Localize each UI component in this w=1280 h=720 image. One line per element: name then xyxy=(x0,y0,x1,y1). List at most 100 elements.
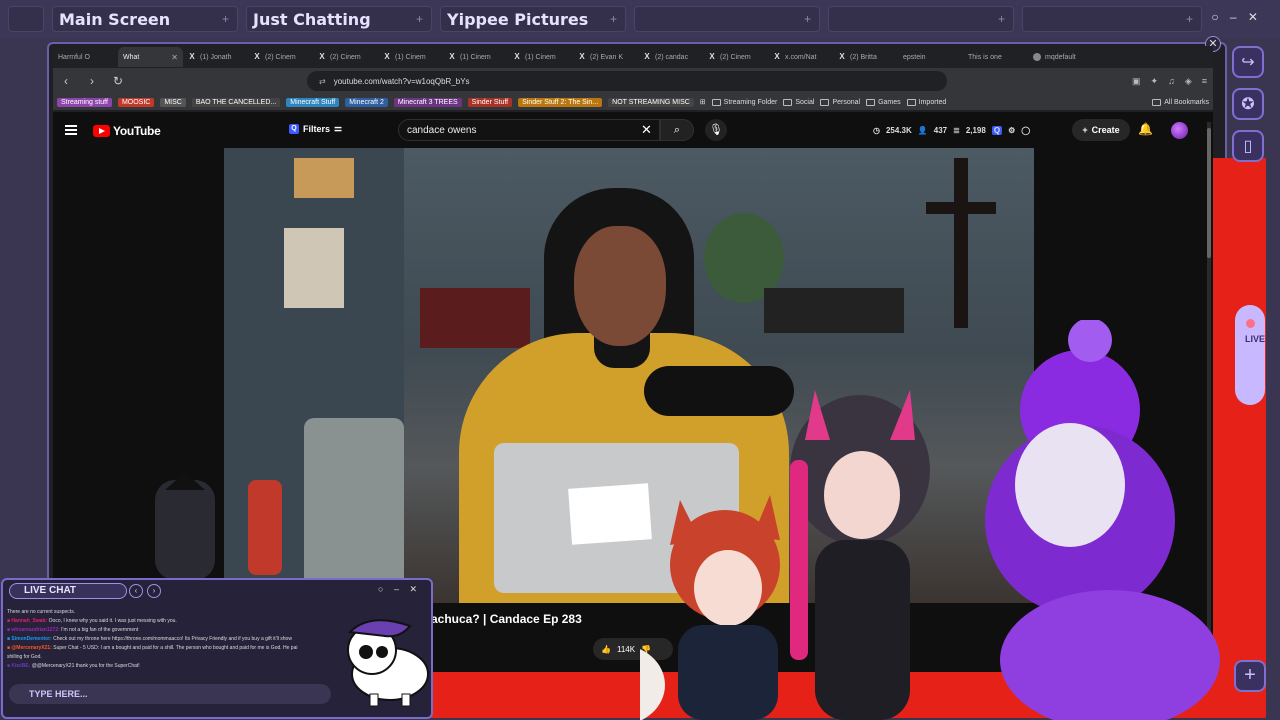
menu-icon[interactable] xyxy=(65,125,77,135)
browser-tab[interactable]: X (2) candac xyxy=(638,47,703,67)
browser-tab-title: (1) Cinem xyxy=(395,53,426,61)
reload-icon[interactable]: ↻ xyxy=(111,74,125,88)
x-icon: X xyxy=(254,52,260,61)
folder-icon xyxy=(783,98,793,106)
chat-username[interactable]: SimonDementor: xyxy=(11,636,51,642)
avatar[interactable] xyxy=(1171,122,1188,139)
menu-icon[interactable]: ≡ xyxy=(1202,76,1207,87)
puzzle-icon[interactable]: ✦ xyxy=(1151,76,1159,87)
browser-tab[interactable]: X (1) Cinem xyxy=(378,47,443,67)
bookmark-item[interactable]: NOT STREAMING MISC xyxy=(608,97,694,107)
bookmark-item[interactable]: Sinder Stuff 2: The Sin... xyxy=(518,97,603,107)
chat-icon[interactable]: ◯ xyxy=(1021,126,1030,135)
scene-tab-empty[interactable]: + xyxy=(634,6,820,32)
bookmark-folder[interactable]: Imported xyxy=(906,98,946,106)
stat-3: 2,198 xyxy=(965,126,986,135)
bookmark-item[interactable]: Minecraft 2 xyxy=(345,97,388,107)
filter-extension-icon: Q xyxy=(289,123,299,134)
chat-text: @@MercenaryX21 thank you for the SuperCh… xyxy=(31,663,140,669)
youtube-logo-text: YouTube xyxy=(113,124,161,138)
scene-tab-empty[interactable]: + xyxy=(1022,6,1202,32)
bookmark-folder[interactable]: Games xyxy=(866,98,901,106)
browser-tab[interactable]: X (2) Cinem xyxy=(248,47,313,67)
bookmark-item[interactable]: Streaming stuff xyxy=(57,97,112,107)
all-bookmarks[interactable]: All Bookmarks xyxy=(1152,98,1209,106)
bookmark-item[interactable]: BAO THE CANCELLED... xyxy=(191,97,281,107)
chat-text: There are no current suspects. xyxy=(7,609,76,615)
chat-username[interactable]: whoareaudrian1272: xyxy=(11,627,59,633)
mascot-leg xyxy=(369,693,379,707)
browser-tab[interactable]: X (2) Cinem xyxy=(313,47,378,67)
create-button[interactable]: + Create xyxy=(1072,119,1130,141)
shield-icon[interactable]: ◈ xyxy=(1185,76,1192,87)
scene-menu-button[interactable] xyxy=(8,6,44,32)
browser-tab[interactable]: X (1) Cinem xyxy=(443,47,508,67)
chat-input[interactable]: TYPE HERE... xyxy=(9,684,331,704)
add-icon: + xyxy=(1185,12,1193,26)
x-icon: X xyxy=(319,52,325,61)
bookmark-item[interactable]: MOOSIC xyxy=(117,97,155,107)
bookmark-item[interactable]: Sinder Stuff xyxy=(467,97,513,107)
chevron-right-icon[interactable]: › xyxy=(147,584,161,598)
close-tab-icon[interactable]: ✕ xyxy=(171,53,178,62)
chevron-left-icon[interactable]: ‹ xyxy=(129,584,143,598)
browser-tab-title: (2) Cinem xyxy=(265,53,296,61)
stat-2: 437 xyxy=(933,126,948,135)
browser-tab[interactable]: X (1) Jonath xyxy=(183,47,248,67)
search-input[interactable]: candace owens xyxy=(398,119,660,141)
scene-tab-main-screen[interactable]: Main Screen + xyxy=(52,6,238,32)
right-dock: ↪ ✪ ▯ xyxy=(1232,46,1268,172)
scene-tab-empty[interactable]: + xyxy=(828,6,1014,32)
extensions-icon[interactable]: ▣ xyxy=(1132,76,1141,87)
chat-text: Check out my throne here https://throne.… xyxy=(53,636,292,642)
mascot-eye xyxy=(359,645,373,659)
browser-tab[interactable]: This is one xyxy=(106,47,1266,718)
browser-tab[interactable]: X (1) Cinem xyxy=(508,47,573,67)
apps-grid-icon[interactable]: ⊞ xyxy=(700,98,706,106)
bookmark-folder[interactable]: Social xyxy=(783,98,814,106)
window-controls[interactable]: ○ – ✕ xyxy=(1211,10,1262,24)
create-label: Create xyxy=(1091,125,1120,135)
scene-tab-yippee-pictures[interactable]: Yippee Pictures + xyxy=(440,6,626,32)
clear-search-icon[interactable]: ✕ xyxy=(641,122,652,138)
bookmark-icon[interactable]: ▯ xyxy=(1232,130,1264,162)
bookmark-folder[interactable]: Personal xyxy=(820,98,860,106)
browser-tab[interactable]: X (2) Cinem xyxy=(703,47,768,67)
url-field[interactable]: ⇄ youtube.com/watch?v=w1oqQbR_bYs xyxy=(307,71,947,91)
bookmark-item[interactable]: Minecraft Stuff xyxy=(286,97,340,107)
notifications-bell-icon[interactable]: 🔔 xyxy=(1138,122,1153,136)
search-button[interactable]: ⌕ xyxy=(660,119,694,141)
bookmark-item[interactable]: MISC xyxy=(160,97,186,107)
chat-username[interactable]: KiwiBE: xyxy=(11,663,30,669)
browser-tab[interactable]: mqdefault xyxy=(1028,47,1093,67)
bookmark-item[interactable]: Minecraft 3 TREES xyxy=(393,97,462,107)
mascot-pony xyxy=(347,619,429,707)
music-icon[interactable]: ♫ xyxy=(1168,76,1175,87)
browser-tab[interactable]: X (2) Britta xyxy=(833,47,898,67)
filters-label: Filters xyxy=(303,123,331,134)
filters-button[interactable]: Q Filters ⚌ xyxy=(289,123,342,134)
settings-icon[interactable]: ⚙ xyxy=(1008,126,1015,135)
chat-username[interactable]: @MercenaryX21: xyxy=(11,645,51,651)
forward-icon[interactable]: › xyxy=(85,74,99,88)
chat-nav: ‹ › xyxy=(129,584,161,598)
browser-tab[interactable]: Harmful O xyxy=(53,47,1266,718)
browser-tab[interactable]: X (2) Evan K xyxy=(573,47,638,67)
extension-icon[interactable]: Q xyxy=(991,126,1003,135)
add-button[interactable]: + xyxy=(1234,660,1266,692)
browser-tab[interactable]: Xx.com/Nat xyxy=(768,47,833,67)
globe-icon xyxy=(1033,53,1041,61)
x-icon: X xyxy=(579,52,585,61)
share-icon[interactable]: ↪ xyxy=(1232,46,1264,78)
microphone-icon[interactable]: 🎙 xyxy=(705,119,727,141)
site-info-icon[interactable]: ⇄ xyxy=(319,77,326,86)
youtube-logo[interactable]: YouTube xyxy=(93,124,161,138)
chat-window-controls[interactable]: ○ – ✕ xyxy=(378,584,421,595)
bookmark-folder[interactable]: Streaming Folder xyxy=(711,98,777,106)
browser-tab[interactable]: epstein xyxy=(106,47,1266,718)
scene-tab-just-chatting[interactable]: Just Chatting + xyxy=(246,6,432,32)
browser-tab[interactable]: What ✕ xyxy=(106,47,1266,718)
rocket-icon[interactable]: ✪ xyxy=(1232,88,1264,120)
chat-username[interactable]: Hannah_Swab: xyxy=(11,618,47,624)
back-icon[interactable]: ‹ xyxy=(59,74,73,88)
